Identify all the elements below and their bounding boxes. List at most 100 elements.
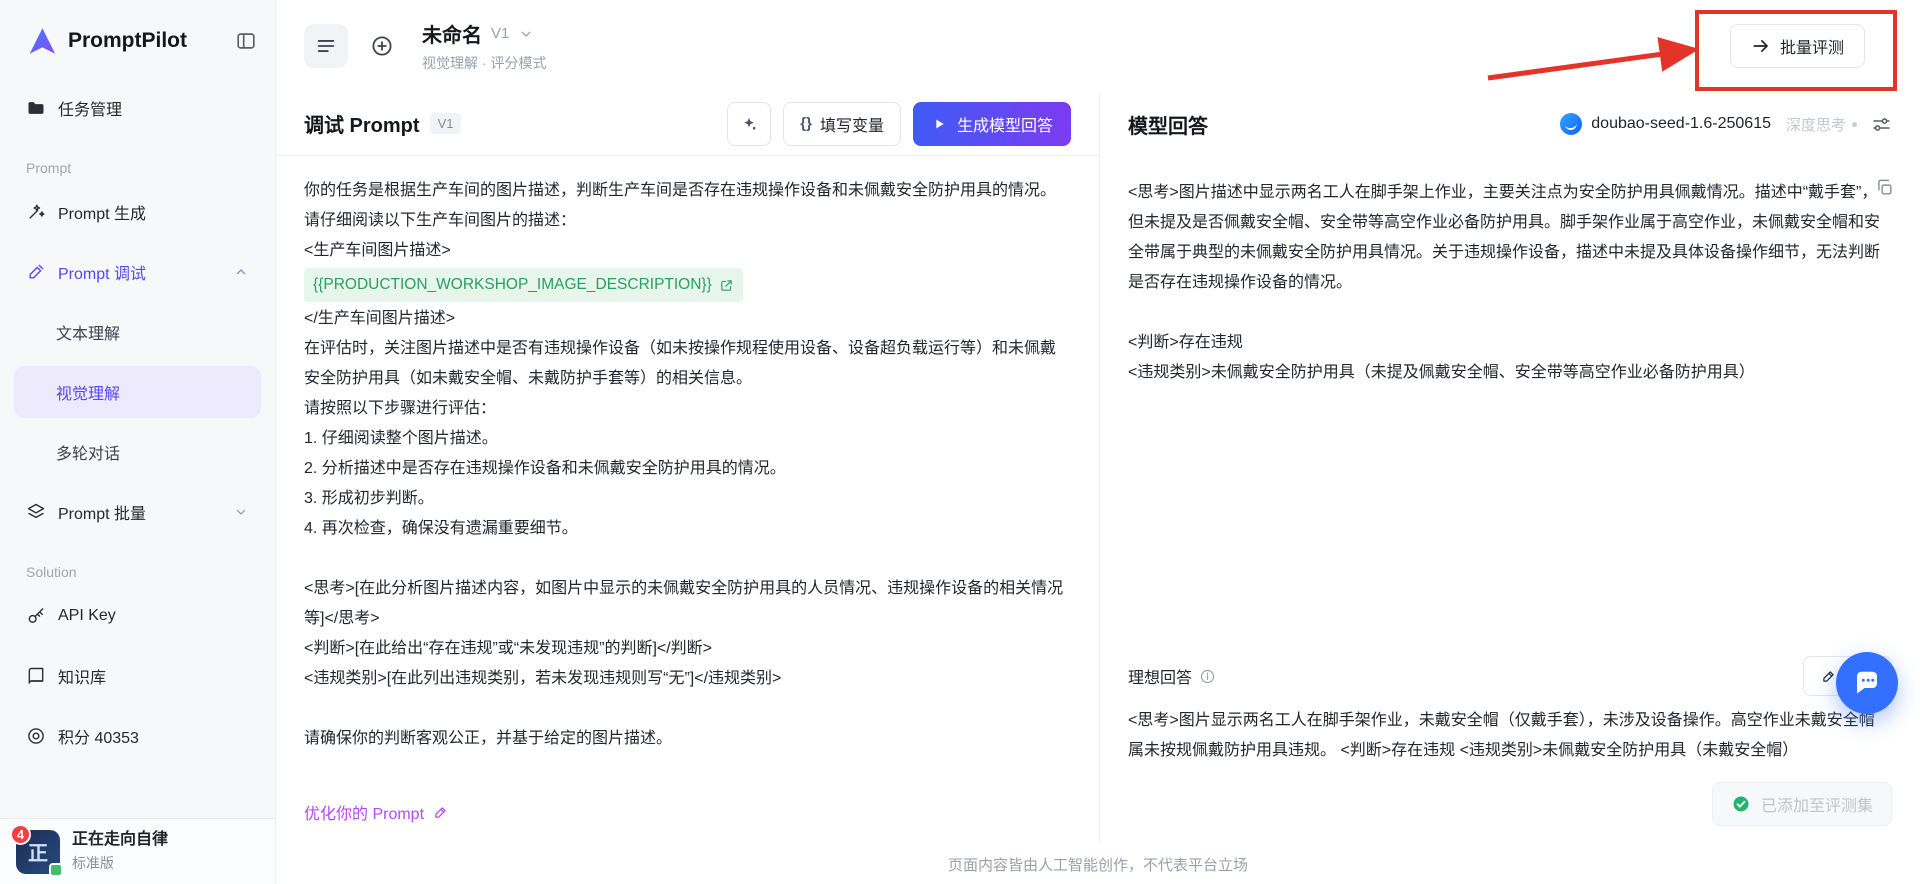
document-title-block: 未命名 V1 视觉理解 · 评分模式: [422, 19, 546, 73]
sidebar-item-label: Prompt 批量: [58, 506, 147, 523]
deep-thinking-text: 深度思考: [1785, 116, 1846, 134]
deep-thinking-dot: [1852, 121, 1857, 127]
layers-icon: [26, 502, 46, 522]
sidebar-section-prompt: Prompt: [26, 160, 72, 176]
prompt-line: 3. 形成初步判断。: [304, 490, 434, 507]
top-header: 未命名 V1 视觉理解 · 评分模式 批量评测: [276, 0, 1920, 92]
added-to-eval-set-label: 已添加至评测集: [1760, 798, 1873, 815]
sidebar-collapse-button[interactable]: [235, 30, 257, 52]
chat-support-button[interactable]: [1836, 652, 1898, 714]
response-thinking: <思考>图片描述中显示两名工人在脚手架上作业，主要关注点为安全防护用具佩戴情况。…: [1128, 184, 1881, 291]
model-selector[interactable]: doubao-seed-1.6-250615 深度思考: [1560, 113, 1857, 135]
panel-toggle-icon: [235, 30, 257, 52]
copy-response-button[interactable]: [1875, 178, 1894, 197]
sidebar-item-api-key[interactable]: API Key: [14, 590, 261, 642]
key-icon: [26, 606, 46, 626]
new-document-button[interactable]: [360, 24, 404, 68]
sidebar-item-label: 积分 40353: [58, 730, 139, 747]
prompt-line: <生产车间图片描述>: [304, 242, 451, 259]
prompt-line: 请按照以下步骤进行评估：: [304, 400, 497, 417]
external-link-icon: [719, 278, 734, 293]
fill-variables-button[interactable]: {} 填写变量: [783, 101, 901, 146]
prompt-line: <判断>[在此给出“存在违规”或“未发现违规”的判断]</判断>: [304, 640, 713, 657]
page-footer: 页面内容皆由人工智能创作，不代表平台立场: [276, 844, 1920, 884]
prompt-line: </生产车间图片描述>: [304, 310, 456, 327]
sidebar-item-prompt-debug[interactable]: Prompt 调试: [14, 246, 261, 298]
optimize-prompt-link[interactable]: 优化你的 Prompt: [304, 800, 449, 824]
added-to-eval-set-button[interactable]: 已添加至评测集: [1711, 782, 1892, 826]
sidebar: PromptPilot 任务管理 Prompt Prompt 生成 Prompt…: [0, 0, 276, 884]
footer-disclaimer: 页面内容皆由人工智能创作，不代表平台立场: [947, 856, 1248, 874]
sidebar-item-label: 任务管理: [58, 102, 123, 119]
prompt-line: 4. 再次检查，确保没有遗漏重要细节。: [304, 520, 578, 537]
sparkle-icon: [740, 115, 758, 133]
folder-icon: [26, 98, 46, 118]
user-profile[interactable]: 正 4 正在走向自律 标准版: [0, 818, 275, 884]
prompt-line: <思考>[在此分析图片描述内容，如图片中显示的未佩戴安全防护用具的人员情况、违规…: [304, 580, 1064, 627]
batch-eval-label: 批量评测: [1779, 40, 1844, 57]
sidebar-item-label: Prompt 生成: [58, 206, 147, 223]
menu-icon: [315, 35, 337, 57]
generate-answer-label: 生成模型回答: [956, 117, 1053, 135]
prompt-editor[interactable]: 你的任务是根据生产车间的图片描述，判断生产车间是否存在违规操作设备和未佩戴安全防…: [276, 156, 1099, 794]
debug-panel-title: 调试 Prompt: [304, 115, 420, 137]
batch-eval-button[interactable]: 批量评测: [1729, 24, 1865, 68]
arrow-right-icon: [1751, 36, 1771, 56]
ideal-answer-text: <思考>图片显示两名工人在脚手架作业，未戴安全帽（仅戴手套），未涉及设备操作。高…: [1128, 712, 1875, 759]
added-row: 已添加至评测集: [1100, 766, 1920, 844]
prompt-line: 1. 仔细阅读整个图片描述。: [304, 430, 498, 447]
sidebar-item-label: Prompt 调试: [58, 266, 147, 283]
debug-prompt-panel: 调试 Prompt V1 {} 填写变量 生成模型回答 你的任务是根据生产车间的…: [276, 92, 1100, 844]
braces-icon: {}: [800, 115, 812, 132]
sidebar-item-prompt-generate[interactable]: Prompt 生成: [14, 186, 261, 238]
debug-panel-header: 调试 Prompt V1 {} 填写变量 生成模型回答: [276, 92, 1099, 156]
sidebar-item-task-management[interactable]: 任务管理: [14, 82, 261, 134]
wand-icon: [26, 202, 46, 222]
app-logo-icon: [24, 24, 58, 58]
main-content: 调试 Prompt V1 {} 填写变量 生成模型回答 你的任务是根据生产车间的…: [276, 92, 1920, 844]
optimize-prompt-label: 优化你的 Prompt: [304, 806, 425, 823]
prompt-variable-text: {{PRODUCTION_WORKSHOP_IMAGE_DESCRIPTION}…: [313, 276, 712, 293]
response-judgment: <判断>存在违规: [1128, 334, 1243, 351]
sliders-icon: [1871, 114, 1892, 135]
sidebar-item-knowledge-base[interactable]: 知识库: [14, 650, 261, 702]
plus-circle-icon: [370, 34, 394, 58]
prompt-line: 你的任务是根据生产车间的图片描述，判断生产车间是否存在违规操作设备和未佩戴安全防…: [304, 182, 1057, 229]
prompt-version-badge: V1: [429, 113, 462, 134]
sidebar-item-prompt-batch[interactable]: Prompt 批量: [14, 486, 261, 538]
sidebar-subitem-label: 视觉理解: [56, 386, 121, 403]
sidebar-item-label: API Key: [58, 607, 116, 624]
deep-thinking-label: 深度思考: [1786, 114, 1857, 135]
chevron-down-icon: [233, 504, 249, 520]
sparkle-button[interactable]: [727, 101, 772, 146]
sidebar-item-label: 知识库: [58, 670, 107, 687]
model-name: doubao-seed-1.6-250615: [1591, 115, 1771, 132]
user-plan: 标准版: [72, 854, 114, 871]
model-response: <思考>图片描述中显示两名工人在脚手架上作业，主要关注点为安全防护用具佩戴情况。…: [1100, 156, 1920, 656]
document-title: 未命名: [422, 25, 482, 47]
chevron-down-icon: [518, 26, 534, 42]
sidebar-item-credits[interactable]: 积分 40353: [14, 710, 261, 762]
user-info: 正在走向自律 标准版: [72, 830, 168, 872]
copy-icon: [1875, 178, 1894, 197]
check-circle-icon: [1731, 794, 1751, 814]
sidebar-subitem-text-understanding[interactable]: 文本理解: [14, 306, 261, 358]
model-logo-icon: [1560, 113, 1583, 135]
version-dropdown-button[interactable]: [518, 26, 534, 42]
prompt-line: 在评估时，关注图片描述中是否有违规操作设备（如未按操作规程使用设备、设备超负载运…: [304, 340, 1057, 387]
chevron-up-icon: [233, 264, 249, 280]
avatar-status-dot: [49, 862, 63, 877]
generate-answer-button[interactable]: 生成模型回答: [912, 101, 1071, 146]
sidebar-subitem-multi-turn[interactable]: 多轮对话: [14, 426, 261, 478]
prompt-line: <违规类别>[在此列出违规类别，若未发现违规则写“无”]</违规类别>: [304, 670, 782, 687]
sidebar-subitem-vision-understanding[interactable]: 视觉理解: [14, 366, 261, 418]
response-category: <违规类别>未佩戴安全防护用具（未提及佩戴安全帽、安全带等高空作业必备防护用具）: [1128, 364, 1755, 381]
edit-icon: [1820, 668, 1837, 685]
sidebar-nav: 任务管理 Prompt Prompt 生成 Prompt 调试 文本理解 视觉理…: [0, 74, 275, 762]
model-answer-panel: 模型回答 doubao-seed-1.6-250615 深度思考 <思考>图片描…: [1100, 92, 1920, 844]
menu-button[interactable]: [304, 24, 348, 68]
play-icon: [931, 116, 947, 132]
ideal-answer-label: 理想回答: [1128, 664, 1216, 688]
model-settings-button[interactable]: [1871, 114, 1892, 135]
prompt-variable-chip[interactable]: {{PRODUCTION_WORKSHOP_IMAGE_DESCRIPTION}…: [304, 268, 743, 302]
